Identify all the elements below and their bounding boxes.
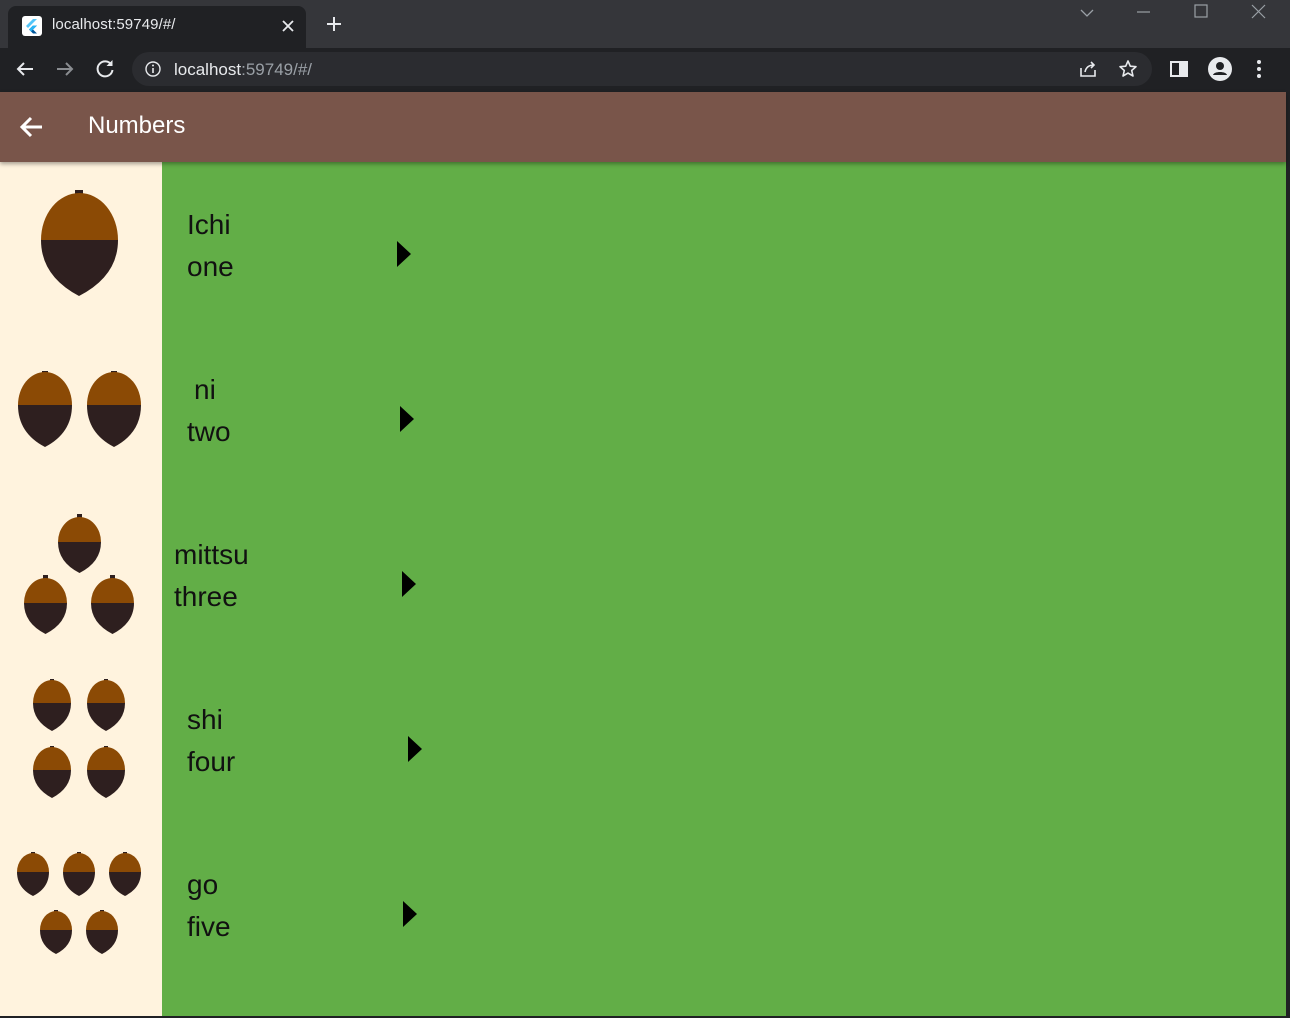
browser-back-icon[interactable] bbox=[10, 54, 40, 84]
url-path: :59749/#/ bbox=[241, 60, 313, 79]
page-title: Numbers bbox=[88, 112, 186, 139]
japanese-word: mittsu bbox=[174, 539, 249, 570]
tab-strip: localhost:59749/#/ bbox=[0, 0, 1290, 48]
window-right-border bbox=[1286, 92, 1290, 1018]
japanese-word: shi bbox=[187, 704, 223, 735]
app-viewport: Numbers Ichi one ni two mittsu three shi… bbox=[0, 92, 1286, 1016]
play-arrow-icon[interactable] bbox=[407, 735, 423, 763]
number-row-two[interactable]: ni two bbox=[0, 339, 1286, 504]
bookmark-star-icon[interactable] bbox=[1116, 57, 1140, 81]
english-word: one bbox=[187, 251, 234, 282]
acorn-count-icon bbox=[24, 514, 134, 634]
japanese-word: Ichi bbox=[187, 209, 231, 240]
play-arrow-icon[interactable] bbox=[401, 570, 417, 598]
url-host: localhost bbox=[174, 60, 242, 79]
share-icon[interactable] bbox=[1076, 57, 1100, 81]
number-label: mittsu three bbox=[174, 534, 249, 618]
maximize-icon[interactable] bbox=[1178, 0, 1224, 30]
number-row-three[interactable]: mittsu three bbox=[0, 504, 1286, 669]
profile-avatar-icon[interactable] bbox=[1205, 54, 1235, 84]
acorn-count-icon bbox=[17, 852, 141, 954]
address-bar[interactable]: localhost:59749/#/ bbox=[132, 52, 1152, 86]
tab-search-chevron-icon[interactable] bbox=[1064, 0, 1110, 30]
acorn-count-icon bbox=[33, 679, 125, 798]
site-info-icon[interactable] bbox=[144, 60, 162, 78]
flutter-favicon-icon bbox=[22, 16, 42, 36]
number-label: ni two bbox=[187, 369, 231, 453]
number-row-five[interactable]: go five bbox=[0, 834, 1286, 999]
number-label: shi four bbox=[187, 699, 235, 783]
minimize-icon[interactable] bbox=[1120, 0, 1166, 30]
english-word: four bbox=[187, 746, 236, 777]
browser-forward-icon[interactable] bbox=[50, 54, 80, 84]
browser-tab[interactable]: localhost:59749/#/ bbox=[8, 6, 306, 48]
acorn-count-icon bbox=[41, 190, 118, 296]
tab-close-icon[interactable] bbox=[276, 14, 300, 38]
english-word: five bbox=[187, 911, 231, 942]
app-bar: Numbers bbox=[0, 92, 1286, 162]
app-back-arrow-icon[interactable] bbox=[14, 113, 50, 141]
browser-toolbar: localhost:59749/#/ bbox=[0, 48, 1290, 90]
japanese-word: go bbox=[187, 869, 219, 900]
reload-icon[interactable] bbox=[90, 54, 120, 84]
new-tab-plus-icon[interactable] bbox=[320, 10, 348, 38]
window-close-icon[interactable] bbox=[1236, 0, 1282, 30]
tab-title: localhost:59749/#/ bbox=[52, 16, 176, 33]
play-arrow-icon[interactable] bbox=[399, 405, 415, 433]
acorn-count-icon bbox=[18, 371, 141, 447]
play-arrow-icon[interactable] bbox=[402, 900, 418, 928]
number-row-one[interactable]: Ichi one bbox=[0, 174, 1286, 339]
number-label: Ichi one bbox=[187, 204, 234, 288]
english-word: three bbox=[174, 581, 238, 612]
side-panel-icon[interactable] bbox=[1164, 54, 1194, 84]
number-label: go five bbox=[187, 864, 231, 948]
play-arrow-icon[interactable] bbox=[396, 240, 412, 268]
kebab-menu-icon[interactable] bbox=[1244, 54, 1274, 84]
number-row-four[interactable]: shi four bbox=[0, 669, 1286, 834]
url-text[interactable]: localhost:59749/#/ bbox=[174, 60, 312, 80]
english-word: two bbox=[187, 416, 231, 447]
japanese-word: ni bbox=[194, 374, 216, 405]
